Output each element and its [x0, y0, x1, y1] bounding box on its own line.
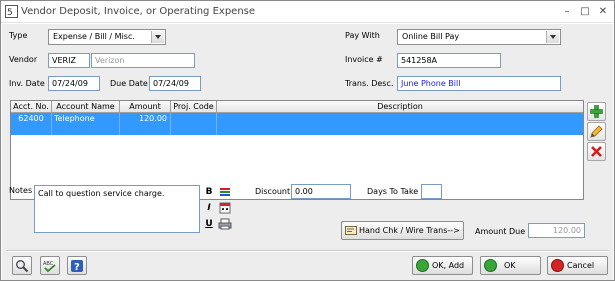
- type-select-value: Expense / Bill / Misc.: [53, 32, 135, 41]
- notes-textarea[interactable]: Call to question service charge.: [34, 185, 200, 233]
- underline-button[interactable]: U: [202, 217, 216, 231]
- cancel-circle-icon: [551, 259, 564, 272]
- pay-with-select[interactable]: Online Bill Pay: [397, 29, 561, 45]
- vendor-code-field[interactable]: VERIZ: [48, 53, 90, 68]
- discount-label: Discount: [255, 187, 291, 196]
- trans-desc-field[interactable]: June Phone Bill: [397, 76, 561, 91]
- cancel-label: Cancel: [567, 261, 595, 270]
- cell-account-name[interactable]: Telephone: [52, 113, 120, 135]
- cell-amount[interactable]: 120.00: [120, 113, 171, 135]
- col-header-amount[interactable]: Amount: [120, 101, 171, 113]
- edit-line-button[interactable]: [587, 122, 606, 141]
- print-icon[interactable]: [218, 217, 232, 231]
- calendar-icon[interactable]: [218, 201, 232, 215]
- title-bar: 5 Vendor Deposit, Invoice, or Operating …: [1, 1, 614, 23]
- lookup-button[interactable]: [12, 256, 32, 275]
- ok-add-label: OK, Add: [432, 261, 465, 270]
- table-row[interactable]: 62400 Telephone 120.00: [11, 113, 583, 135]
- add-line-button[interactable]: [587, 102, 606, 121]
- chevron-down-icon: [546, 31, 559, 43]
- inv-date-field[interactable]: 07/24/09: [48, 76, 100, 91]
- cell-description[interactable]: [217, 113, 583, 135]
- invoice-field[interactable]: 541258A: [397, 53, 501, 68]
- help-icon: ?: [71, 260, 83, 273]
- ok-add-button[interactable]: OK, Add: [412, 256, 473, 275]
- cell-acct[interactable]: 62400: [11, 113, 52, 135]
- trans-desc-label: Trans. Desc.: [345, 79, 394, 88]
- svg-text:?: ?: [74, 262, 80, 273]
- notes-label: Notes: [9, 186, 33, 195]
- close-button[interactable]: ✕: [597, 6, 609, 18]
- color-lines-icon[interactable]: [218, 185, 232, 199]
- due-date-label: Due Date: [110, 79, 148, 88]
- vendor-name-field[interactable]: Verizon: [91, 53, 195, 68]
- pay-with-select-value: Online Bill Pay: [402, 32, 460, 41]
- days-label: Days To Take: [367, 187, 419, 196]
- col-header-proj-code[interactable]: Proj. Code: [171, 101, 217, 113]
- divider: [6, 251, 609, 252]
- ok-label: OK: [504, 261, 516, 270]
- col-header-acct[interactable]: Acct. No.: [11, 101, 52, 113]
- pencil-icon: [590, 125, 603, 138]
- app-icon: 5: [5, 5, 18, 18]
- minimize-button[interactable]: –: [561, 6, 573, 18]
- italic-button[interactable]: I: [202, 201, 216, 215]
- bold-button[interactable]: B: [202, 185, 216, 199]
- amount-due-field: 120.00: [528, 223, 585, 238]
- check-circle-icon: [484, 259, 497, 272]
- vendor-label: Vendor: [9, 55, 38, 64]
- vendor-expense-window: 5 Vendor Deposit, Invoice, or Operating …: [0, 0, 615, 281]
- plus-circle-icon: [416, 259, 429, 272]
- pay-with-label: Pay With: [345, 31, 380, 40]
- cell-proj-code[interactable]: [171, 113, 217, 135]
- maximize-button[interactable]: □: [579, 6, 591, 18]
- grid-header: Acct. No. Account Name Amount Proj. Code…: [11, 101, 583, 113]
- hand-check-button[interactable]: Hand Chk / Wire Trans-->: [341, 221, 464, 240]
- check-document-icon: [345, 226, 357, 235]
- form-body: Type Expense / Bill / Misc. Vendor VERIZ…: [2, 24, 613, 280]
- magnifier-icon: [16, 260, 29, 273]
- plus-icon: [590, 105, 603, 118]
- amount-due-label: Amount Due: [475, 227, 526, 236]
- due-date-field[interactable]: 07/24/09: [149, 76, 201, 91]
- svg-text:5: 5: [7, 8, 13, 18]
- spell-check-icon: ABC: [43, 261, 56, 273]
- col-header-description[interactable]: Description: [217, 101, 583, 113]
- svg-text:ABC: ABC: [43, 261, 54, 267]
- invoice-label: Invoice #: [345, 55, 383, 64]
- col-header-account-name[interactable]: Account Name: [52, 101, 120, 113]
- type-label: Type: [9, 31, 28, 40]
- chevron-down-icon: [151, 31, 164, 43]
- ok-button[interactable]: OK: [480, 256, 541, 275]
- inv-date-label: Inv. Date: [9, 79, 45, 88]
- spell-check-button[interactable]: ABC: [40, 256, 60, 275]
- delete-x-icon: [591, 146, 602, 157]
- delete-line-button[interactable]: [587, 142, 606, 161]
- window-title: Vendor Deposit, Invoice, or Operating Ex…: [21, 6, 256, 17]
- hand-check-label: Hand Chk / Wire Trans-->: [359, 226, 460, 235]
- help-button[interactable]: ?: [67, 256, 87, 275]
- days-field[interactable]: [421, 184, 442, 199]
- type-select[interactable]: Expense / Bill / Misc.: [48, 29, 166, 45]
- discount-field[interactable]: 0.00: [291, 184, 351, 199]
- cancel-button[interactable]: Cancel: [547, 256, 608, 275]
